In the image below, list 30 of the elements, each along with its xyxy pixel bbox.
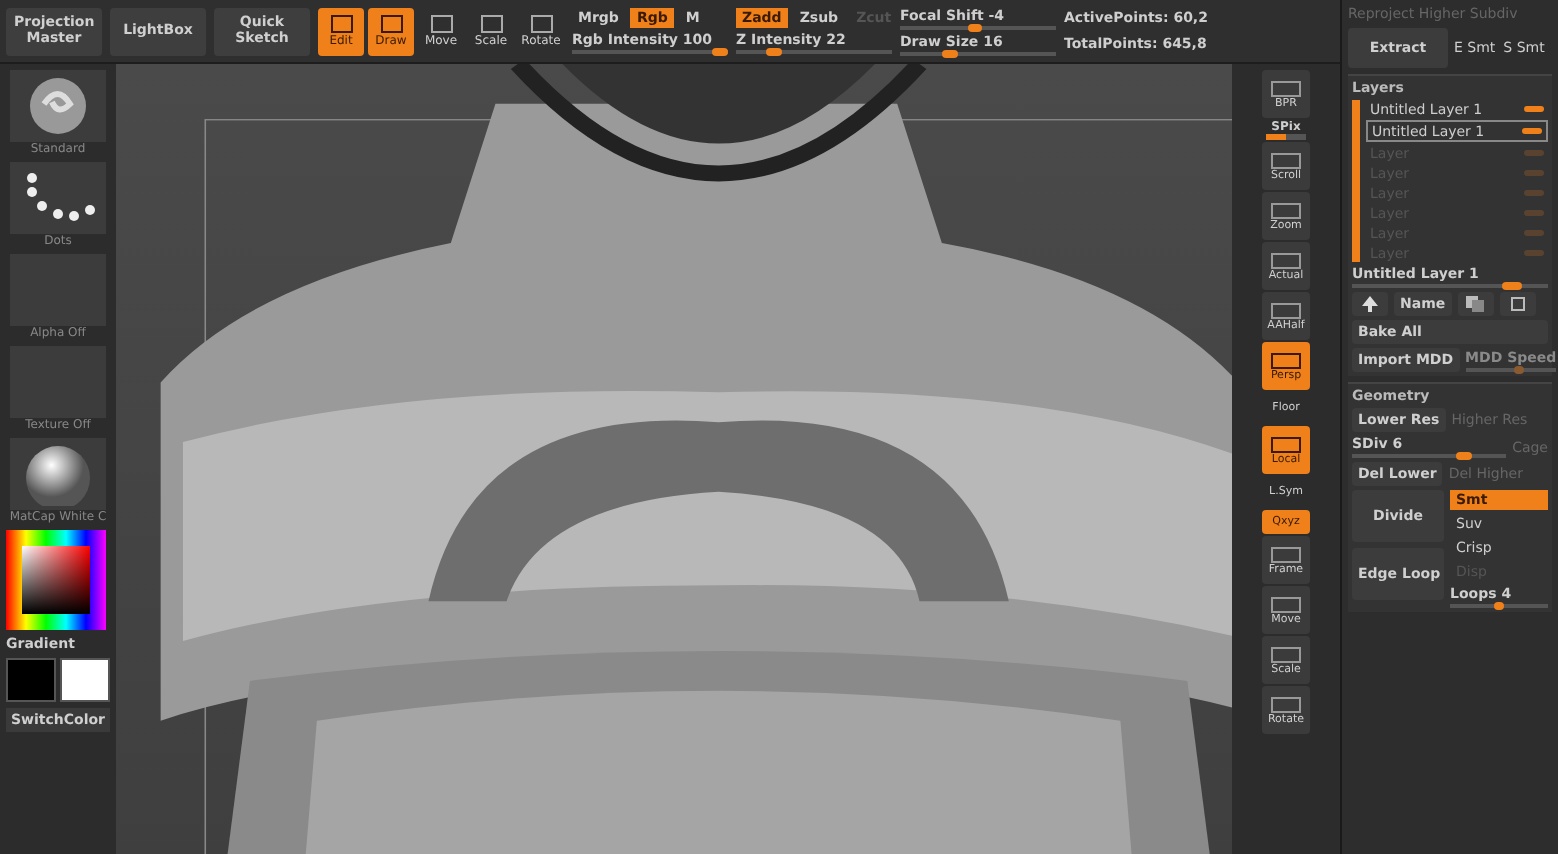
- copy-button[interactable]: [1457, 292, 1494, 316]
- tool-icon: [1270, 351, 1302, 369]
- layer-scroll-bar[interactable]: [1352, 100, 1360, 262]
- square-icon: [1509, 296, 1526, 312]
- color-picker[interactable]: [6, 530, 106, 630]
- color-swatch[interactable]: [6, 658, 56, 702]
- up-arrow-button[interactable]: [1352, 292, 1388, 316]
- shelf-thumbnail[interactable]: [10, 438, 106, 510]
- tool-icon: [1270, 435, 1302, 453]
- up-arrow-icon: [1362, 296, 1378, 312]
- tool-icon: [329, 14, 353, 34]
- delete-button[interactable]: [1499, 292, 1536, 316]
- sphere-icon: [24, 76, 92, 136]
- tool-icon: [529, 14, 553, 34]
- tool-icon: [379, 14, 403, 34]
- shelf-thumbnail[interactable]: [10, 70, 106, 142]
- tool-icon: [1270, 79, 1302, 97]
- tool-icon: [1270, 645, 1302, 663]
- tool-icon: [1270, 695, 1302, 713]
- tool-icon: [1270, 151, 1302, 169]
- tool-icon: [1270, 201, 1302, 219]
- tool-icon: [479, 14, 503, 34]
- tool-icon: [1270, 595, 1302, 613]
- tool-icon: [1270, 545, 1302, 563]
- tool-icon: [1270, 301, 1302, 319]
- shelf-thumbnail[interactable]: [10, 162, 106, 234]
- tool-icon: [429, 14, 453, 34]
- color-swatch[interactable]: [60, 658, 110, 702]
- tool-icon: [1270, 251, 1302, 269]
- copy-icon: [1466, 296, 1485, 312]
